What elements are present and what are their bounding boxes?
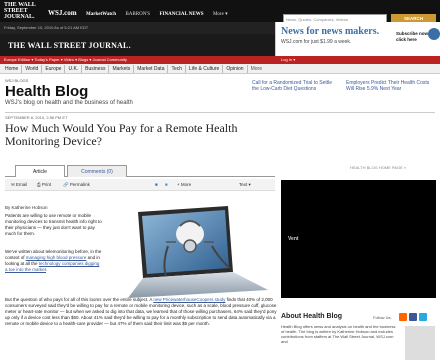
about-description: Health Blog offers news and analysis on …: [281, 324, 396, 344]
article-toolbar: ✉ Email ⎙ Print 🔗 Permalink ■ ■ + More T…: [5, 179, 275, 191]
section-tech[interactable]: Tech: [168, 64, 187, 73]
blog-subtitle: WSJ's blog on health and the business of…: [5, 100, 133, 106]
divider: [5, 112, 435, 113]
nav-marketwatch[interactable]: MarketWatch: [86, 12, 116, 17]
section-home[interactable]: Home: [2, 64, 23, 73]
section-nav: Home World Europe U.K. Business Markets …: [0, 64, 440, 74]
link-pwc-study[interactable]: new PricewaterhouseCoopers study: [153, 297, 225, 302]
para-1: Patients are willing to use remote or mo…: [5, 213, 102, 236]
share-facebook-icon[interactable]: ■: [155, 182, 158, 187]
post-date: SEPTEMBER 8, 2010, 2:56 PM ET: [5, 115, 68, 120]
post-headline: How Much Would You Pay for a Remote Heal…: [5, 121, 238, 148]
section-uk[interactable]: U.K.: [65, 64, 83, 73]
section-markets[interactable]: Markets: [109, 64, 135, 73]
related-link-2[interactable]: Employers Predict Their Health Costs Wil…: [346, 80, 432, 92]
promo-subtext: WSJ.com for just $1.99 a week.: [281, 39, 352, 45]
section-opinion[interactable]: Opinion: [223, 64, 248, 73]
masthead: THE WALL STREET JOURNAL.: [0, 34, 275, 56]
print-button[interactable]: ⎙ Print: [37, 182, 51, 187]
subscription-promo[interactable]: News for news makers. WSJ.com for just $…: [275, 22, 440, 56]
section-world[interactable]: World: [22, 64, 43, 73]
author-photo: [405, 326, 435, 360]
section-business[interactable]: Business: [82, 64, 110, 73]
promo-headline: News for news makers.: [281, 26, 380, 37]
masthead-title[interactable]: THE WALL STREET JOURNAL.: [8, 41, 131, 50]
video-title: Vent: [288, 236, 299, 242]
section-life-culture[interactable]: Life & Culture: [186, 64, 224, 73]
email-button[interactable]: ✉ Email: [11, 182, 27, 188]
video-player[interactable]: Vent: [281, 180, 436, 298]
network-links: WSJ.com MarketWatch BARRON'S FINANCIAL N…: [48, 2, 233, 20]
tab-article[interactable]: Article: [15, 165, 65, 177]
blog-title[interactable]: Health Blog: [5, 83, 88, 100]
wsj-logo[interactable]: THE WALL STREET JOURNAL.: [4, 2, 48, 20]
text-size-button[interactable]: Text ▾: [239, 182, 251, 188]
subscribe-arrow-icon[interactable]: [428, 28, 440, 40]
link-blood-pressure[interactable]: managing high blood pressure: [26, 255, 87, 260]
nav-more[interactable]: More ▾: [213, 12, 228, 17]
byline: By Katherine Hobson: [5, 205, 48, 210]
login-bar[interactable]: Log In ▾: [275, 56, 440, 64]
section-europe[interactable]: Europe: [42, 64, 66, 73]
section-more[interactable]: More: [248, 65, 265, 73]
permalink-button[interactable]: 🔗 Permalink: [63, 182, 90, 188]
section-market-data[interactable]: Market Data: [134, 64, 169, 73]
rss-icon[interactable]: [399, 313, 407, 321]
para-2: We've written about telemonitoring befor…: [5, 249, 102, 272]
date-line: Friday, September 10, 2010 As of 5:21 AM…: [0, 22, 275, 34]
nav-barrons[interactable]: BARRON'S: [126, 12, 151, 17]
para-3: But the question of who pays for all of …: [5, 297, 277, 326]
about-blog: About Health Blog Follow Us: Health Blog…: [281, 313, 436, 360]
edition-bar[interactable]: Europe Edition ▾ Today's Paper ▾ Video ▾…: [0, 56, 275, 64]
tab-comments[interactable]: Comments (0): [67, 165, 127, 177]
blog-home-link[interactable]: HEALTH BLOG HOME PAGE »: [350, 165, 406, 170]
follow-label: Follow Us:: [373, 315, 392, 320]
article-tabs: Article Comments (0): [5, 165, 275, 177]
article-illustration: [108, 200, 276, 300]
facebook-icon[interactable]: [409, 313, 417, 321]
subscribe-link[interactable]: Subscribe now click here: [396, 31, 430, 43]
more-share-button[interactable]: + More: [177, 182, 191, 187]
related-link-1[interactable]: Call for a Randomized Trial to Settle th…: [252, 80, 338, 92]
nav-wsj[interactable]: WSJ.com: [48, 9, 77, 17]
nav-financial-news[interactable]: FINANCIAL NEWS: [159, 12, 203, 17]
twitter-icon[interactable]: [419, 313, 427, 321]
share-twitter-icon[interactable]: ■: [165, 182, 168, 187]
